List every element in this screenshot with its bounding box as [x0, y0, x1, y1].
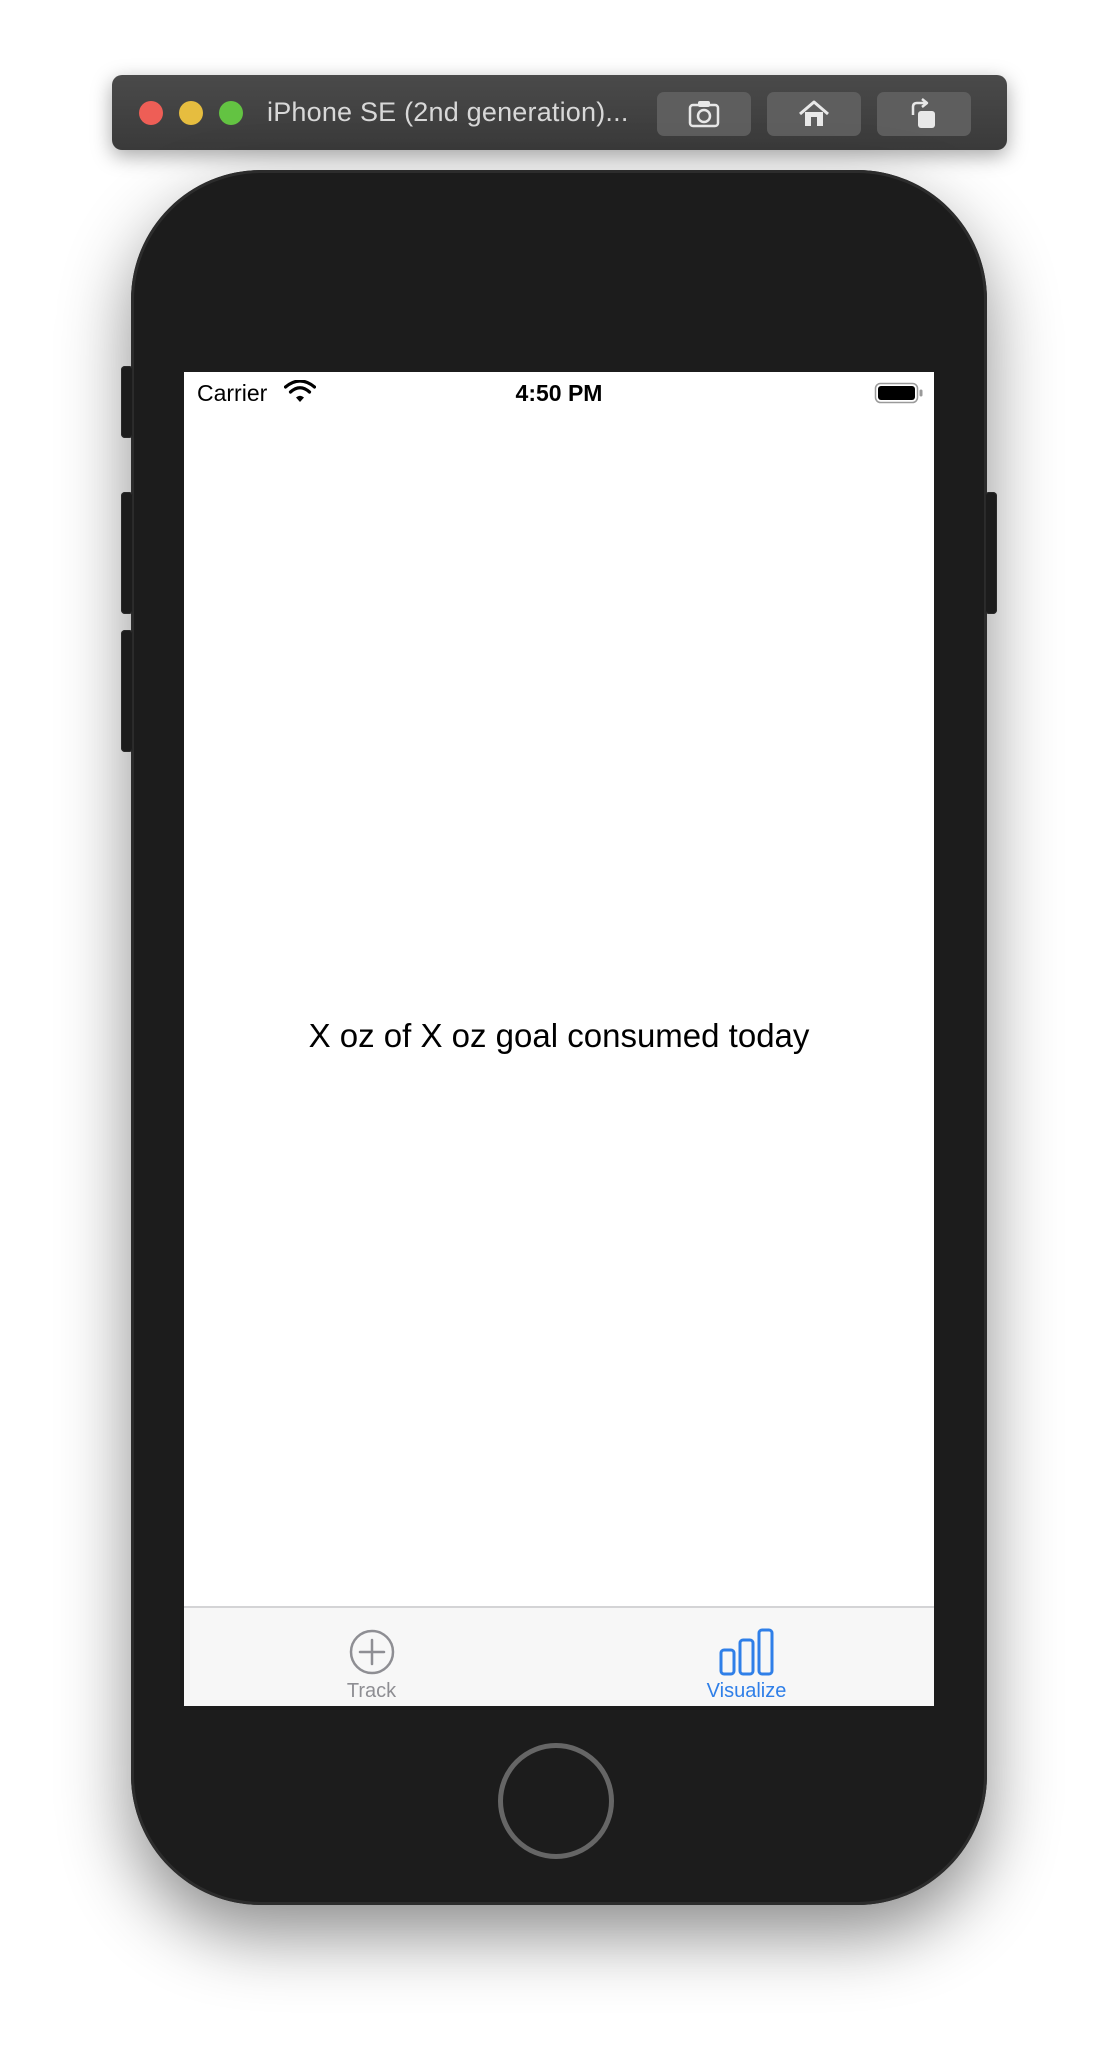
tab-bar: Track Visualize — [184, 1606, 934, 1706]
rotate-icon — [911, 98, 935, 128]
battery-icon — [874, 382, 923, 404]
power-button — [985, 492, 997, 614]
tab-track[interactable]: Track — [184, 1608, 559, 1706]
tab-visualize-label: Visualize — [706, 1680, 787, 1702]
bar-chart-icon — [719, 1628, 773, 1676]
simulator-stage: iPhone SE (2nd generation)... Carrier 4:… — [0, 0, 1118, 2056]
volume-down-button — [121, 630, 133, 752]
device-screen: Carrier 4:50 PM X oz of X oz goal consum… — [184, 372, 934, 1706]
volume-up-button — [121, 492, 133, 614]
camera-icon — [688, 101, 720, 128]
rotate-button[interactable] — [877, 92, 971, 136]
minimize-window-button[interactable] — [179, 101, 203, 125]
plus-circle-icon — [349, 1629, 394, 1675]
silent-switch — [121, 366, 133, 438]
simulator-title-bar: iPhone SE (2nd generation)... — [112, 75, 1007, 150]
window-title: iPhone SE (2nd generation)... — [267, 97, 629, 127]
screenshot-button[interactable] — [657, 92, 751, 136]
consumption-summary-label: X oz of X oz goal consumed today — [308, 1017, 810, 1054]
device-home-button[interactable] — [498, 1743, 614, 1859]
status-bar: Carrier 4:50 PM — [184, 372, 934, 412]
home-icon — [799, 100, 829, 126]
tab-track-label: Track — [346, 1680, 397, 1702]
status-time: 4:50 PM — [515, 380, 603, 406]
zoom-window-button[interactable] — [219, 101, 243, 125]
tab-visualize[interactable]: Visualize — [559, 1608, 934, 1706]
close-window-button[interactable] — [139, 101, 163, 125]
home-toolbar-button[interactable] — [767, 92, 861, 136]
